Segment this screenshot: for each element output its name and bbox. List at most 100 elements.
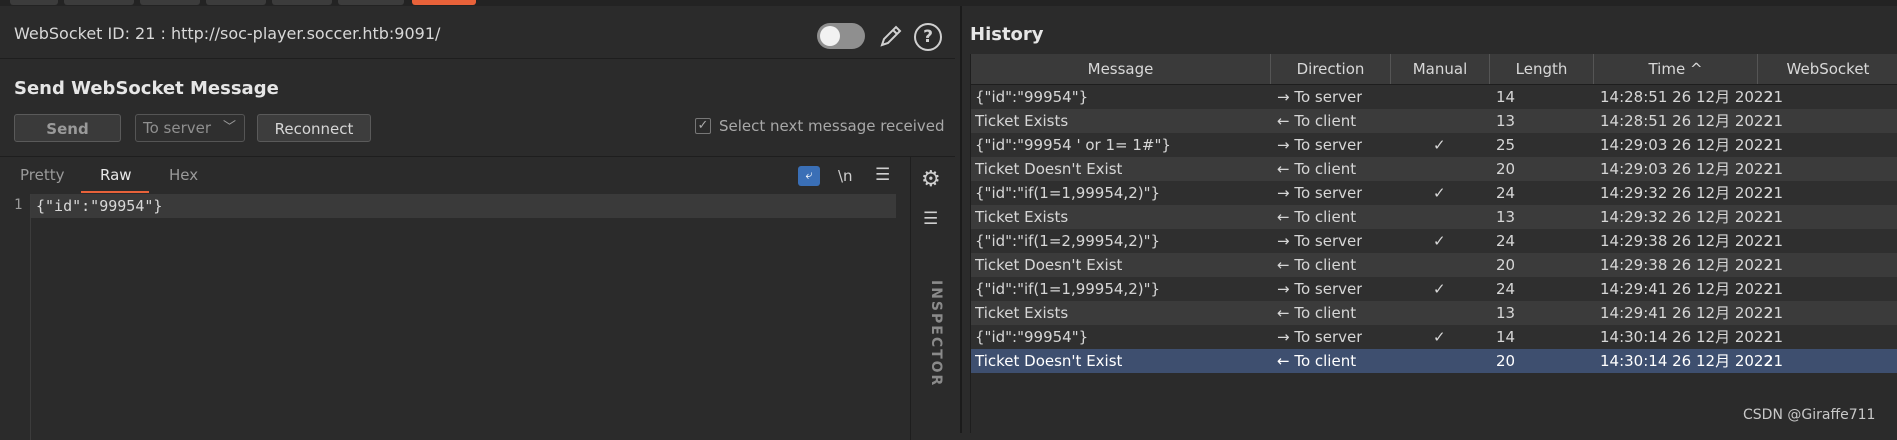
cell-websocket: 21 [1764, 304, 1784, 322]
column-header-websocket[interactable]: WebSocket [1758, 54, 1897, 84]
cell-direction: ← To client [1277, 256, 1357, 274]
cell-time: 14:28:51 26 12月 2022 [1600, 112, 1774, 130]
cell-websocket: 21 [1764, 328, 1784, 346]
cell-length: 20 [1496, 256, 1516, 274]
table-row[interactable]: {"id":"99954 ' or 1= 1#"} → To server ✓ 25 1… [971, 133, 1897, 157]
cell-direction: → To server [1277, 184, 1363, 202]
top-tab-active[interactable] [412, 0, 476, 5]
line-gutter: 1 [0, 194, 31, 440]
intercept-toggle[interactable] [817, 23, 865, 49]
inspector-sidebar[interactable]: ⚙ ☰ INSPECTOR [910, 157, 956, 440]
message-content[interactable]: {"id":"99954"} [36, 197, 162, 215]
cell-time: 14:29:41 26 12月 2022 [1600, 280, 1774, 298]
cell-websocket: 21 [1764, 232, 1784, 250]
gear-icon[interactable]: ⚙ [921, 167, 941, 192]
cell-message: {"id":"99954"} [975, 328, 1089, 346]
editor-area: Pretty Raw Hex ⤶ \n ☰ 1 {"id":"99954"} ⚙… [0, 156, 956, 440]
table-row[interactable]: {"id":"if(1=1,99954,2)"} → To server ✓ 24 14… [971, 277, 1897, 301]
wrap-lines-icon[interactable]: ⤶ [798, 166, 820, 186]
history-table: Message Direction Manual Length Time ^ W… [970, 54, 1897, 433]
table-row[interactable]: {"id":"if(1=1,99954,2)"} → To server ✓ 24 14… [971, 181, 1897, 205]
tab-hex[interactable]: Hex [169, 166, 198, 184]
cell-message: {"id":"99954 ' or 1= 1#"} [975, 136, 1171, 154]
cell-time: 14:29:32 26 12月 2022 [1600, 184, 1774, 202]
history-table-header: Message Direction Manual Length Time ^ W… [971, 54, 1897, 85]
watermark: CSDN @Giraffe711 [1743, 407, 1876, 423]
line-number: 1 [14, 197, 23, 213]
cell-message: {"id":"99954"} [975, 88, 1089, 106]
cell-time: 14:30:14 26 12月 2022 [1600, 352, 1774, 370]
column-header-time[interactable]: Time ^ [1594, 54, 1758, 84]
top-tab[interactable] [206, 0, 266, 5]
top-tab[interactable] [272, 0, 332, 5]
column-header-manual[interactable]: Manual [1391, 54, 1490, 84]
cell-message: Ticket Doesn't Exist [975, 256, 1123, 274]
cell-length: 25 [1496, 136, 1516, 154]
tab-pretty[interactable]: Pretty [20, 166, 65, 184]
column-header-message[interactable]: Message [971, 54, 1271, 84]
cell-time: 14:29:32 26 12月 2022 [1600, 208, 1774, 226]
direction-select[interactable]: To server ﹀ [135, 114, 245, 142]
direction-select-value: To server [143, 119, 212, 137]
cell-direction: → To server [1277, 328, 1363, 346]
table-row[interactable]: {"id":"99954"} → To server 14 14:28:51 26 1… [971, 85, 1897, 109]
cell-manual: ✓ [1433, 232, 1446, 250]
send-button[interactable]: Send [14, 114, 121, 142]
table-row[interactable]: {"id":"if(1=2,99954,2)"} → To server ✓ 24 14… [971, 229, 1897, 253]
help-icon[interactable]: ? [914, 23, 942, 51]
cell-manual: ✓ [1433, 184, 1446, 202]
cell-manual: ✓ [1433, 280, 1446, 298]
top-tab[interactable] [338, 0, 404, 5]
top-tab[interactable] [140, 0, 200, 5]
table-row[interactable]: Ticket Exists ← To client 13 14:29:32 26 12… [971, 205, 1897, 229]
table-row[interactable]: Ticket Exists ← To client 13 14:28:51 26 12… [971, 109, 1897, 133]
table-row[interactable]: Ticket Doesn't Exist ← To client 20 14:29:0… [971, 157, 1897, 181]
table-row[interactable]: Ticket Exists ← To client 13 14:29:41 26 12… [971, 301, 1897, 325]
cell-direction: ← To client [1277, 160, 1357, 178]
column-header-length[interactable]: Length [1490, 54, 1594, 84]
cell-length: 20 [1496, 352, 1516, 370]
toggle-knob [820, 26, 840, 46]
cell-websocket: 21 [1764, 112, 1784, 130]
cell-websocket: 21 [1764, 136, 1784, 154]
column-header-direction[interactable]: Direction [1271, 54, 1391, 84]
select-next-checkbox[interactable]: ✓ [695, 118, 711, 134]
inspector-lines-icon[interactable]: ☰ [923, 209, 938, 229]
cell-length: 24 [1496, 232, 1516, 250]
top-tab[interactable] [10, 0, 58, 5]
pencil-icon[interactable] [876, 21, 906, 51]
show-newlines-toggle[interactable]: \n [838, 167, 853, 185]
websocket-header: WebSocket ID: 21 : http://soc-player.soc… [0, 6, 955, 59]
cell-direction: → To server [1277, 280, 1363, 298]
cell-length: 13 [1496, 208, 1516, 226]
cell-length: 24 [1496, 184, 1516, 202]
cell-time: 14:29:03 26 12月 2022 [1600, 136, 1774, 154]
table-row[interactable]: Ticket Doesn't Exist ← To client 20 14:30:1… [971, 349, 1897, 373]
cell-length: 24 [1496, 280, 1516, 298]
cell-message: Ticket Exists [975, 112, 1069, 130]
cell-time: 14:29:38 26 12月 2022 [1600, 232, 1774, 250]
cell-websocket: 21 [1764, 280, 1784, 298]
cell-direction: ← To client [1277, 112, 1357, 130]
cell-websocket: 21 [1764, 88, 1784, 106]
cell-manual: ✓ [1433, 328, 1446, 346]
select-next-label: Select next message received [719, 117, 945, 135]
message-body-editor[interactable]: 1 {"id":"99954"} [0, 194, 910, 440]
menu-icon[interactable]: ☰ [875, 165, 890, 185]
cell-direction: → To server [1277, 136, 1363, 154]
cell-message: Ticket Exists [975, 208, 1069, 226]
top-tab[interactable] [64, 0, 134, 5]
table-row[interactable]: {"id":"99954"} → To server ✓ 14 14:30:14 26 … [971, 325, 1897, 349]
cell-length: 14 [1496, 328, 1516, 346]
history-panel: History Message Direction Manual Length … [962, 6, 1897, 433]
tab-raw[interactable]: Raw [100, 166, 132, 184]
cell-length: 14 [1496, 88, 1516, 106]
table-row[interactable]: Ticket Doesn't Exist ← To client 20 14:29:3… [971, 253, 1897, 277]
inspector-label[interactable]: INSPECTOR [928, 280, 944, 387]
cell-message: {"id":"if(1=2,99954,2)"} [975, 232, 1161, 250]
cell-direction: ← To client [1277, 304, 1357, 322]
cell-length: 20 [1496, 160, 1516, 178]
history-title: History [970, 24, 1044, 45]
reconnect-button[interactable]: Reconnect [257, 114, 371, 142]
cell-length: 13 [1496, 112, 1516, 130]
